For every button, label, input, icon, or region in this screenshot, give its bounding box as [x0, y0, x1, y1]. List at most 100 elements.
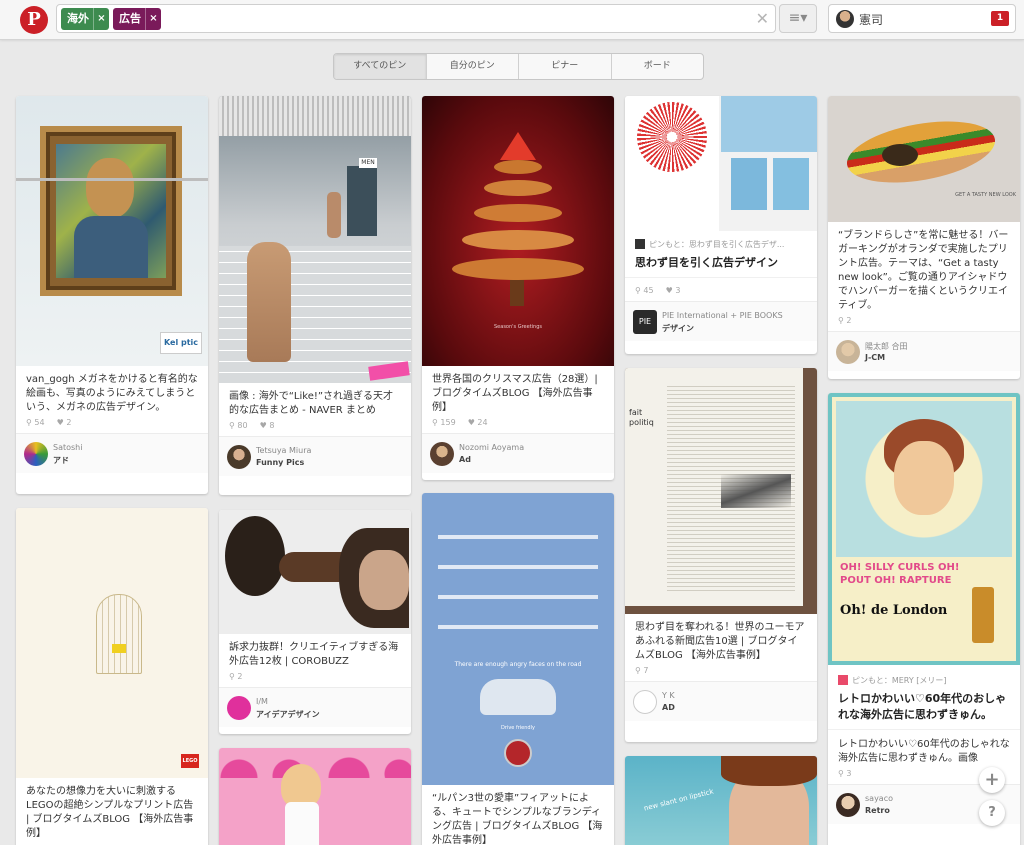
pin-image[interactable]: fait politiq	[625, 368, 817, 614]
pin-image[interactable]: Season's Greetings	[422, 96, 614, 366]
pin-card[interactable]: fait politiq 思わず目を奪われる！世界のユーモアあふれる新聞広告10…	[625, 368, 817, 742]
pin-stats: ⚲ 80 ♥ 8	[219, 418, 411, 436]
pin-stats: ⚲ 45 ♥ 3	[625, 277, 817, 301]
header-bar: P 海外 × 広告 × ✕ ≡▾ 憲司 1	[0, 0, 1024, 40]
pin-image[interactable]	[625, 96, 817, 231]
pinterest-logo-icon[interactable]: P	[20, 6, 48, 34]
avatar	[227, 696, 251, 720]
notification-badge[interactable]: 1	[991, 11, 1009, 26]
search-chip-kaigai[interactable]: 海外 ×	[61, 8, 109, 30]
pin-card[interactable]: ピンもと：思わず目を引く広告デザ... 思わず目を引く広告デザイン ⚲ 45 ♥ …	[625, 96, 817, 354]
pin-image[interactable]: OH! SILLY CURLS OH! POUT OH! RAPTURE Oh!…	[828, 393, 1020, 665]
pin-attribution[interactable]: Satoshi アド	[16, 433, 208, 473]
pinner-name[interactable]: Y K	[662, 691, 675, 700]
avatar	[836, 340, 860, 364]
ad-slogan: GET A TASTY NEW LOOK	[955, 192, 1016, 198]
pinner-name[interactable]: I/M	[256, 697, 268, 706]
pin-stats: ⚲ 2	[828, 313, 1020, 331]
pin-image[interactable]: LEGO	[16, 508, 208, 778]
avatar: PIE	[633, 310, 657, 334]
board-name[interactable]: Retro	[865, 806, 890, 815]
board-name[interactable]: J-CM	[865, 353, 885, 362]
pin-description: “ブランドらしさ”を常に魅せる！バーガーキングがオランダで実施したプリント広告。…	[838, 230, 1009, 311]
source-icon	[635, 239, 645, 249]
pinner-name[interactable]: Nozomi Aoyama	[459, 443, 524, 452]
pin-card[interactable]	[219, 748, 411, 845]
heart-icon: ♥ 2	[56, 418, 72, 427]
board-name[interactable]: デザイン	[662, 323, 694, 334]
pin-card[interactable]: GET A TASTY NEW LOOK “ブランドらしさ”を常に魅せる！バーガ…	[828, 96, 1020, 379]
board-name[interactable]: アイデアデザイン	[256, 709, 320, 720]
pin-icon: ⚲ 54	[26, 418, 45, 427]
pinner-name[interactable]: sayaco	[865, 794, 893, 803]
pin-description: 画像 : 海外で“Like!”され過ぎる天才的な広告まとめ - NAVER まと…	[229, 391, 394, 416]
pin-attribution[interactable]: I/M アイデアデザイン	[219, 687, 411, 727]
chip-label: 広告	[119, 12, 141, 25]
pin-attribution[interactable]: PIE PIE International + PIE BOOKS デザイン	[625, 301, 817, 341]
help-button[interactable]: ?	[979, 800, 1005, 826]
pin-stats: ⚲ 54 ♥ 2	[16, 415, 208, 433]
menu-button[interactable]: ≡▾	[779, 4, 817, 33]
tab-boards[interactable]: ボード	[612, 54, 704, 79]
search-box[interactable]: 海外 × 広告 × ✕	[56, 4, 776, 33]
heart-icon: ♥ 24	[467, 418, 488, 427]
pin-image[interactable]: GET A TASTY NEW LOOK	[828, 96, 1020, 222]
chip-remove-icon[interactable]: ×	[93, 8, 109, 30]
avatar	[633, 690, 657, 714]
pin-icon: ⚲ 2	[838, 316, 852, 325]
board-name[interactable]: Ad	[459, 455, 471, 464]
chip-remove-icon[interactable]: ×	[145, 8, 161, 30]
pin-title[interactable]: レトロかわいい♡60年代のおしゃれな海外広告に思わずきゅん。	[828, 686, 1020, 729]
tab-my-pins[interactable]: 自分のピン	[427, 54, 519, 79]
clear-search-icon[interactable]: ✕	[756, 9, 769, 28]
ad-headline: There are enough angry faces on the road	[454, 661, 582, 668]
pin-card[interactable]: 訴求力抜群！クリエイティブすぎる海外広告12枚 | COROBUZZ ⚲ 2 I…	[219, 510, 411, 734]
pin-image[interactable]	[219, 748, 411, 845]
board-name[interactable]: アド	[53, 455, 69, 466]
tab-all-pins[interactable]: すべてのピン	[334, 54, 427, 79]
avatar	[836, 10, 854, 28]
pin-attribution[interactable]: Tetsuya Miura Funny Pics	[219, 436, 411, 476]
pin-image[interactable]: Kel ptic	[16, 96, 208, 366]
user-menu[interactable]: 憲司 1	[828, 4, 1016, 33]
search-chip-koukoku[interactable]: 広告 ×	[113, 8, 161, 30]
pin-attribution[interactable]: Nozomi Aoyama Ad	[422, 433, 614, 473]
pin-filter-tabs: すべてのピン 自分のピン ピナー ボード	[333, 53, 704, 80]
pin-attribution[interactable]: 陽太郎 合田 J-CM	[828, 331, 1020, 371]
board-name[interactable]: Funny Pics	[256, 458, 304, 467]
pin-stats: ⚲ 159 ♥ 24	[422, 415, 614, 433]
pinner-name[interactable]: PIE International + PIE BOOKS	[662, 311, 783, 320]
pin-description: あなたの想像力を大いに刺激するLEGOの超絶シンプルなプリント広告 | ブログタ…	[26, 786, 194, 839]
pinner-name[interactable]: Tetsuya Miura	[256, 446, 311, 455]
ad-tagline: Drive friendly	[501, 725, 535, 731]
pin-attribution[interactable]: Y K AD	[625, 681, 817, 721]
pin-card[interactable]: Kel ptic van_gogh メガネをかけると有名的な絵画も、写真のように…	[16, 96, 208, 494]
sign: MEN	[359, 158, 377, 168]
pin-card[interactable]: LEGO あなたの想像力を大いに刺激するLEGOの超絶シンプルなプリント広告 |…	[16, 508, 208, 845]
pin-icon: ⚲ 45	[635, 286, 654, 295]
add-pin-button[interactable]: +	[979, 767, 1005, 793]
pin-description: van_gogh メガネをかけると有名的な絵画も、写真のようにみえてしまうという…	[26, 374, 198, 413]
brand-name: Oh! de London	[840, 603, 948, 618]
pin-source[interactable]: ピンもと：思わず目を引く広告デザ...	[625, 231, 817, 250]
pin-title[interactable]: 思わず目を引く広告デザイン	[625, 250, 817, 277]
pin-source[interactable]: ピンもと：MERY [メリー]	[828, 665, 1020, 686]
pin-description: 思わず目を奪われる！世界のユーモアあふれる新聞広告10選 | ブログタイムズBL…	[635, 622, 805, 661]
pin-icon: ⚲ 2	[229, 672, 243, 681]
pin-image[interactable]	[219, 510, 411, 634]
board-name[interactable]: AD	[662, 703, 675, 712]
tab-pinners[interactable]: ピナー	[519, 54, 612, 79]
pin-stats: ⚲ 2	[219, 669, 411, 687]
pin-card[interactable]: Season's Greetings 世界各国のクリスマス広告（28選）| ブロ…	[422, 96, 614, 480]
pin-card[interactable]: MEN 画像 : 海外で“Like!”され過ぎる天才的な広告まとめ - NAVE…	[219, 96, 411, 495]
pin-description: “ルパン3世の愛車”フィアットによる、キュートでシンプルなブランディング広告 |…	[432, 793, 603, 845]
pin-icon: ⚲ 159	[432, 418, 456, 427]
pin-card[interactable]: There are enough angry faces on the road…	[422, 493, 614, 845]
ad-headline: OH! SILLY CURLS OH! POUT OH! RAPTURE	[840, 562, 960, 586]
pin-image[interactable]: There are enough angry faces on the road…	[422, 493, 614, 785]
pinner-name[interactable]: 陽太郎 合田	[865, 341, 908, 352]
pinner-name[interactable]: Satoshi	[53, 443, 82, 452]
pin-card[interactable]: new slant on lipstick	[625, 756, 817, 845]
pin-image[interactable]: new slant on lipstick	[625, 756, 817, 845]
pin-image[interactable]: MEN	[219, 96, 411, 383]
